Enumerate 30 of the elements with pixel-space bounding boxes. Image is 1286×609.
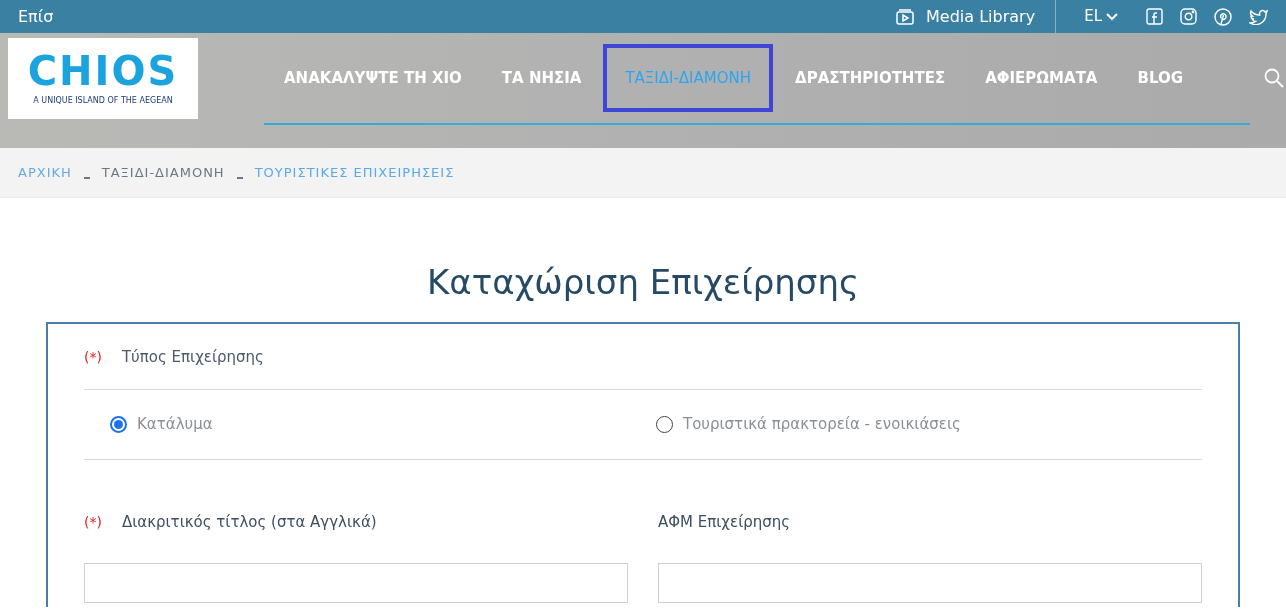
top-bar-text: Επίσ	[18, 5, 54, 28]
video-icon	[896, 8, 915, 25]
breadcrumb-link[interactable]: ΤΑΞΙΔΙ-ΔΙΑΜΟΝΗ	[101, 162, 225, 183]
nav-item[interactable]: ΑΝΑΚΑΛΥΨΤΕ ΤΗ ΧΙΟ	[264, 44, 482, 112]
twitter-icon[interactable]	[1249, 8, 1268, 25]
radio-option[interactable]: Τουριστικά πρακτορεία - ενοικιάσεις	[656, 412, 1202, 436]
radio-option[interactable]: Κατάλυμα	[110, 412, 656, 436]
required-mark: (*)	[84, 513, 102, 532]
instagram-icon[interactable]	[1180, 8, 1197, 25]
input-field[interactable]	[658, 562, 1202, 603]
field-label: Διακριτικός τίτλος (στα Αγγλικά)	[121, 512, 377, 534]
nav-item[interactable]: ΤΑΞΙΔΙ-ΔΙΑΜΟΝΗ	[603, 44, 774, 112]
language-selector[interactable]: EL	[1056, 5, 1146, 28]
chios-logo: CHIOS A UNIQUE ISLAND OF THE AEGEAN	[8, 38, 198, 119]
field-label: Τύπος Επιχείρησης	[121, 347, 264, 368]
pinterest-icon[interactable]	[1214, 7, 1232, 26]
page-heading: Καταχώριση Επιχείρησης	[426, 262, 860, 302]
radio-button[interactable]	[110, 415, 127, 433]
breadcrumb-current[interactable]: ΤΟΥΡΙΣΤΙΚΕΣ ΕΠΙΧΕΙΡΗΣΕΙΣ	[254, 162, 455, 183]
nav-item[interactable]: ΤΑ ΝΗΣΙΑ	[481, 44, 602, 112]
nav-item[interactable]: ΑΦΙΕΡΩΜΑΤΑ	[965, 44, 1118, 112]
facebook-icon[interactable]	[1146, 8, 1163, 25]
input-field[interactable]	[84, 562, 628, 603]
search-icon[interactable]	[1264, 68, 1284, 88]
nav-item[interactable]: ΔΡΑΣΤΗΡΙΟΤΗΤΕΣ	[775, 44, 966, 112]
chevron-down-icon	[1106, 12, 1118, 21]
nav-item[interactable]: BLOG	[1117, 44, 1203, 112]
required-mark: (*)	[84, 347, 102, 367]
breadcrumb-link[interactable]: ΑΡΧΙΚΗ	[18, 162, 72, 183]
field-label: ΑΦΜ Επιχείρησης	[658, 512, 791, 534]
